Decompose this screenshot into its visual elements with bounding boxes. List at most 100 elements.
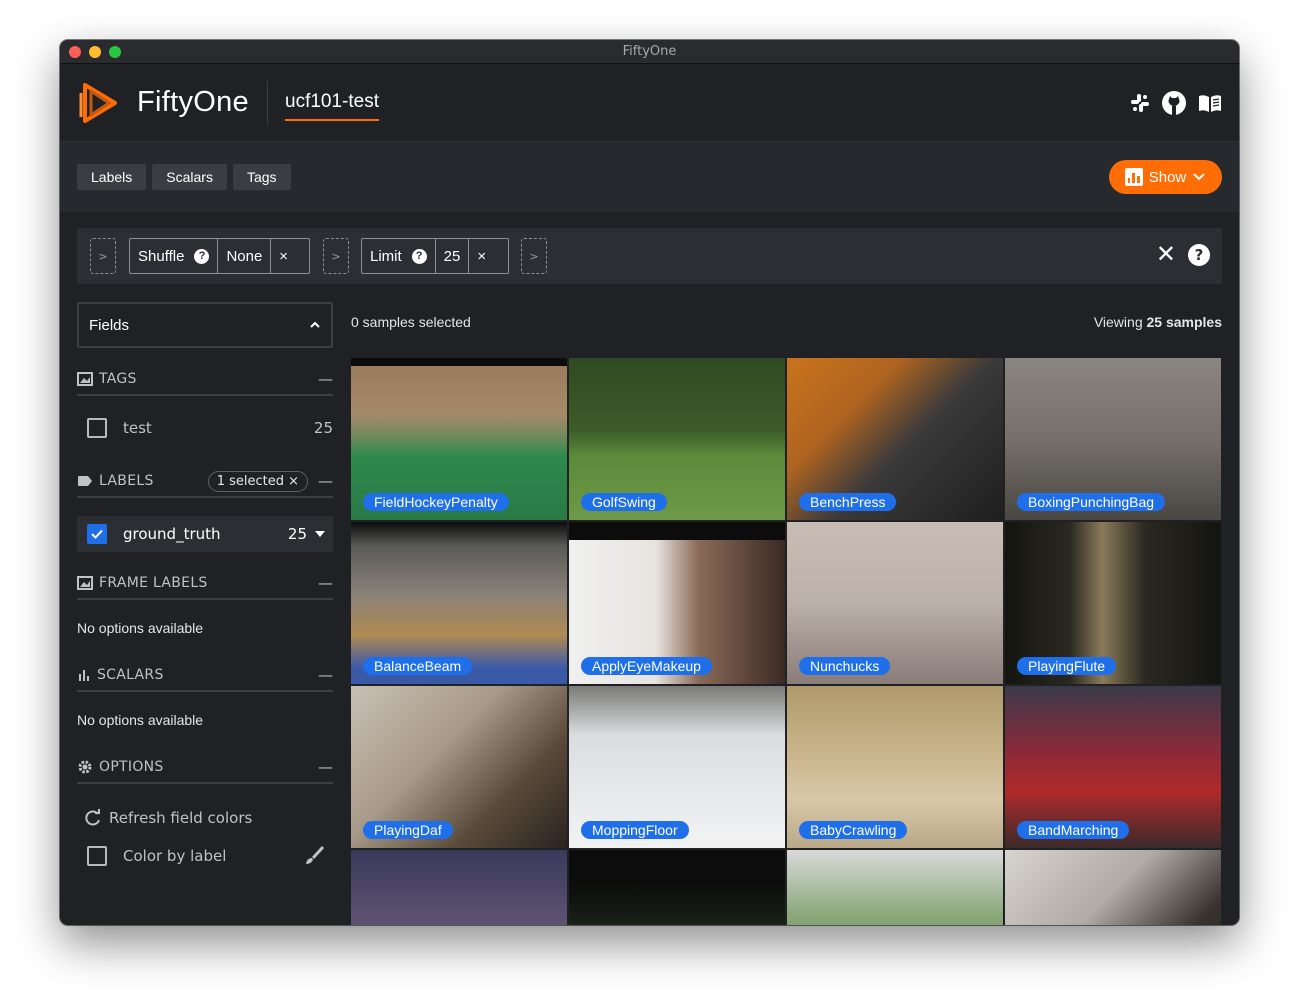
sample-label[interactable]: BoxingPunchingBag — [1017, 493, 1166, 511]
chevron-up-icon — [310, 321, 320, 328]
sample-label[interactable]: Nunchucks — [799, 657, 891, 675]
limit-stage-name: Limit? — [362, 239, 436, 273]
sample-tile[interactable]: GolfSwing — [569, 358, 785, 520]
image-icon — [77, 372, 93, 386]
sample-label[interactable]: BabyCrawling — [799, 821, 908, 839]
fields-title: Fields — [89, 316, 130, 334]
labels-section-header[interactable]: LABELS 1 selected × — — [77, 466, 333, 498]
add-stage-button[interactable]: > — [323, 238, 349, 274]
view-help-icon[interactable]: ? — [1188, 244, 1210, 266]
tab-labels[interactable]: Labels — [77, 164, 147, 190]
slack-icon[interactable] — [1129, 92, 1151, 114]
tab-tags[interactable]: Tags — [232, 164, 291, 190]
shuffle-stage[interactable]: Shuffle? None × — [129, 238, 310, 274]
sample-label[interactable]: BandMarching — [1017, 821, 1130, 839]
sample-tile[interactable]: FieldHockeyPenalty — [351, 358, 567, 520]
collapse-frame-labels-icon[interactable]: — — [318, 574, 333, 592]
fields-dropdown[interactable]: Fields — [77, 302, 333, 348]
view-bar: > Shuffle? None × > Limit? 25 × > ✕ ? — [77, 228, 1222, 284]
github-icon[interactable] — [1161, 90, 1187, 116]
sample-tile[interactable]: MoppingFloor — [569, 686, 785, 848]
selected-count: 0 samples selected — [351, 314, 471, 330]
checkmark-icon — [91, 529, 103, 539]
remove-limit-stage-icon[interactable]: × — [469, 239, 494, 273]
tile-letterbox — [351, 358, 567, 366]
docs-icon[interactable] — [1197, 92, 1223, 114]
image-icon — [77, 576, 93, 590]
viewing-info: Viewing 25 samples — [1094, 314, 1222, 330]
sample-tile[interactable]: BalanceBeam — [351, 522, 567, 684]
viewing-count: 25 samples — [1146, 314, 1223, 330]
dataset-selector[interactable]: ucf101-test — [285, 91, 379, 121]
caret-down-icon[interactable] — [315, 531, 325, 537]
sample-tile[interactable]: BabyCrawling — [787, 686, 1003, 848]
sample-tile[interactable]: BenchPress — [787, 358, 1003, 520]
label-tag-icon — [78, 476, 92, 486]
gear-icon — [78, 760, 92, 774]
sample-tile[interactable]: PlayingDaf — [351, 686, 567, 848]
frame-labels-empty: No options available — [77, 620, 204, 636]
sample-tile[interactable]: PlayingFlute — [1005, 522, 1221, 684]
scalars-empty: No options available — [77, 712, 204, 728]
sample-tile[interactable] — [787, 850, 1003, 925]
logo[interactable]: FiftyOne — [77, 81, 249, 125]
color-by-label-checkbox[interactable] — [87, 846, 107, 866]
help-icon[interactable]: ? — [411, 248, 427, 264]
window-title: FiftyOne — [622, 44, 677, 59]
sample-label[interactable]: GolfSwing — [581, 493, 667, 511]
options-title: OPTIONS — [99, 759, 164, 775]
sample-label[interactable]: PlayingFlute — [1017, 657, 1117, 675]
sample-label[interactable]: BalanceBeam — [363, 657, 473, 675]
sample-label[interactable]: MoppingFloor — [581, 821, 689, 839]
limit-stage[interactable]: Limit? 25 × — [361, 238, 509, 274]
title-bar: FiftyOne — [60, 40, 1239, 64]
sample-tile[interactable]: BoxingPunchingBag — [1005, 358, 1221, 520]
refresh-colors-row[interactable]: Refresh field colors — [77, 806, 333, 830]
sample-tile[interactable]: Nunchucks — [787, 522, 1003, 684]
scalars-title: SCALARS — [97, 667, 164, 683]
collapse-labels-icon[interactable]: — — [318, 472, 333, 490]
options-section-header[interactable]: OPTIONS — — [77, 752, 333, 784]
refresh-icon — [85, 809, 100, 826]
sample-tile[interactable]: ApplyEyeMakeup — [569, 522, 785, 684]
scalars-section-header[interactable]: SCALARS — — [77, 660, 333, 692]
tag-checkbox[interactable] — [87, 418, 107, 438]
sample-tile[interactable] — [351, 850, 567, 925]
collapse-tags-icon[interactable]: — — [318, 370, 333, 388]
tab-scalars[interactable]: Scalars — [152, 164, 227, 190]
sample-tile[interactable] — [569, 850, 785, 925]
add-stage-button[interactable]: > — [521, 238, 547, 274]
header-links — [1129, 90, 1223, 116]
tags-title: TAGS — [99, 371, 137, 387]
selected-labels-badge[interactable]: 1 selected × — [207, 470, 308, 492]
frame-labels-title: FRAME LABELS — [99, 575, 208, 591]
limit-label: Limit — [370, 247, 402, 265]
collapse-options-icon[interactable]: — — [318, 758, 333, 776]
collapse-scalars-icon[interactable]: — — [318, 666, 333, 684]
label-field-row[interactable]: ground_truth 25 — [77, 516, 333, 552]
viewing-prefix: Viewing — [1093, 314, 1143, 330]
sample-label[interactable]: PlayingDaf — [363, 821, 453, 839]
brush-icon[interactable] — [303, 845, 325, 867]
color-by-label-text: Color by label — [123, 847, 227, 865]
sample-label[interactable]: FieldHockeyPenalty — [363, 493, 509, 511]
tag-row[interactable]: test 25 — [77, 414, 333, 442]
sample-label[interactable]: BenchPress — [799, 493, 897, 511]
sample-tile[interactable] — [1005, 850, 1221, 925]
remove-shuffle-stage-icon[interactable]: × — [271, 239, 296, 273]
sample-label[interactable]: ApplyEyeMakeup — [581, 657, 712, 675]
shuffle-seed-value[interactable]: None — [218, 239, 272, 273]
label-field-count: 25 — [287, 525, 307, 543]
selected-labels-text: 1 selected — [216, 473, 284, 489]
clear-view-icon[interactable]: ✕ — [1156, 242, 1176, 266]
tags-section-header[interactable]: TAGS — — [77, 364, 333, 396]
show-button-label: Show — [1148, 168, 1187, 186]
color-by-label-row[interactable]: Color by label — [77, 842, 333, 870]
show-button[interactable]: Show — [1109, 160, 1222, 194]
sample-tile[interactable]: BandMarching — [1005, 686, 1221, 848]
frame-labels-section-header[interactable]: FRAME LABELS — — [77, 568, 333, 600]
add-stage-button[interactable]: > — [90, 238, 116, 274]
limit-value[interactable]: 25 — [436, 239, 470, 273]
ground-truth-checkbox[interactable] — [87, 524, 107, 544]
help-icon[interactable]: ? — [194, 248, 210, 264]
